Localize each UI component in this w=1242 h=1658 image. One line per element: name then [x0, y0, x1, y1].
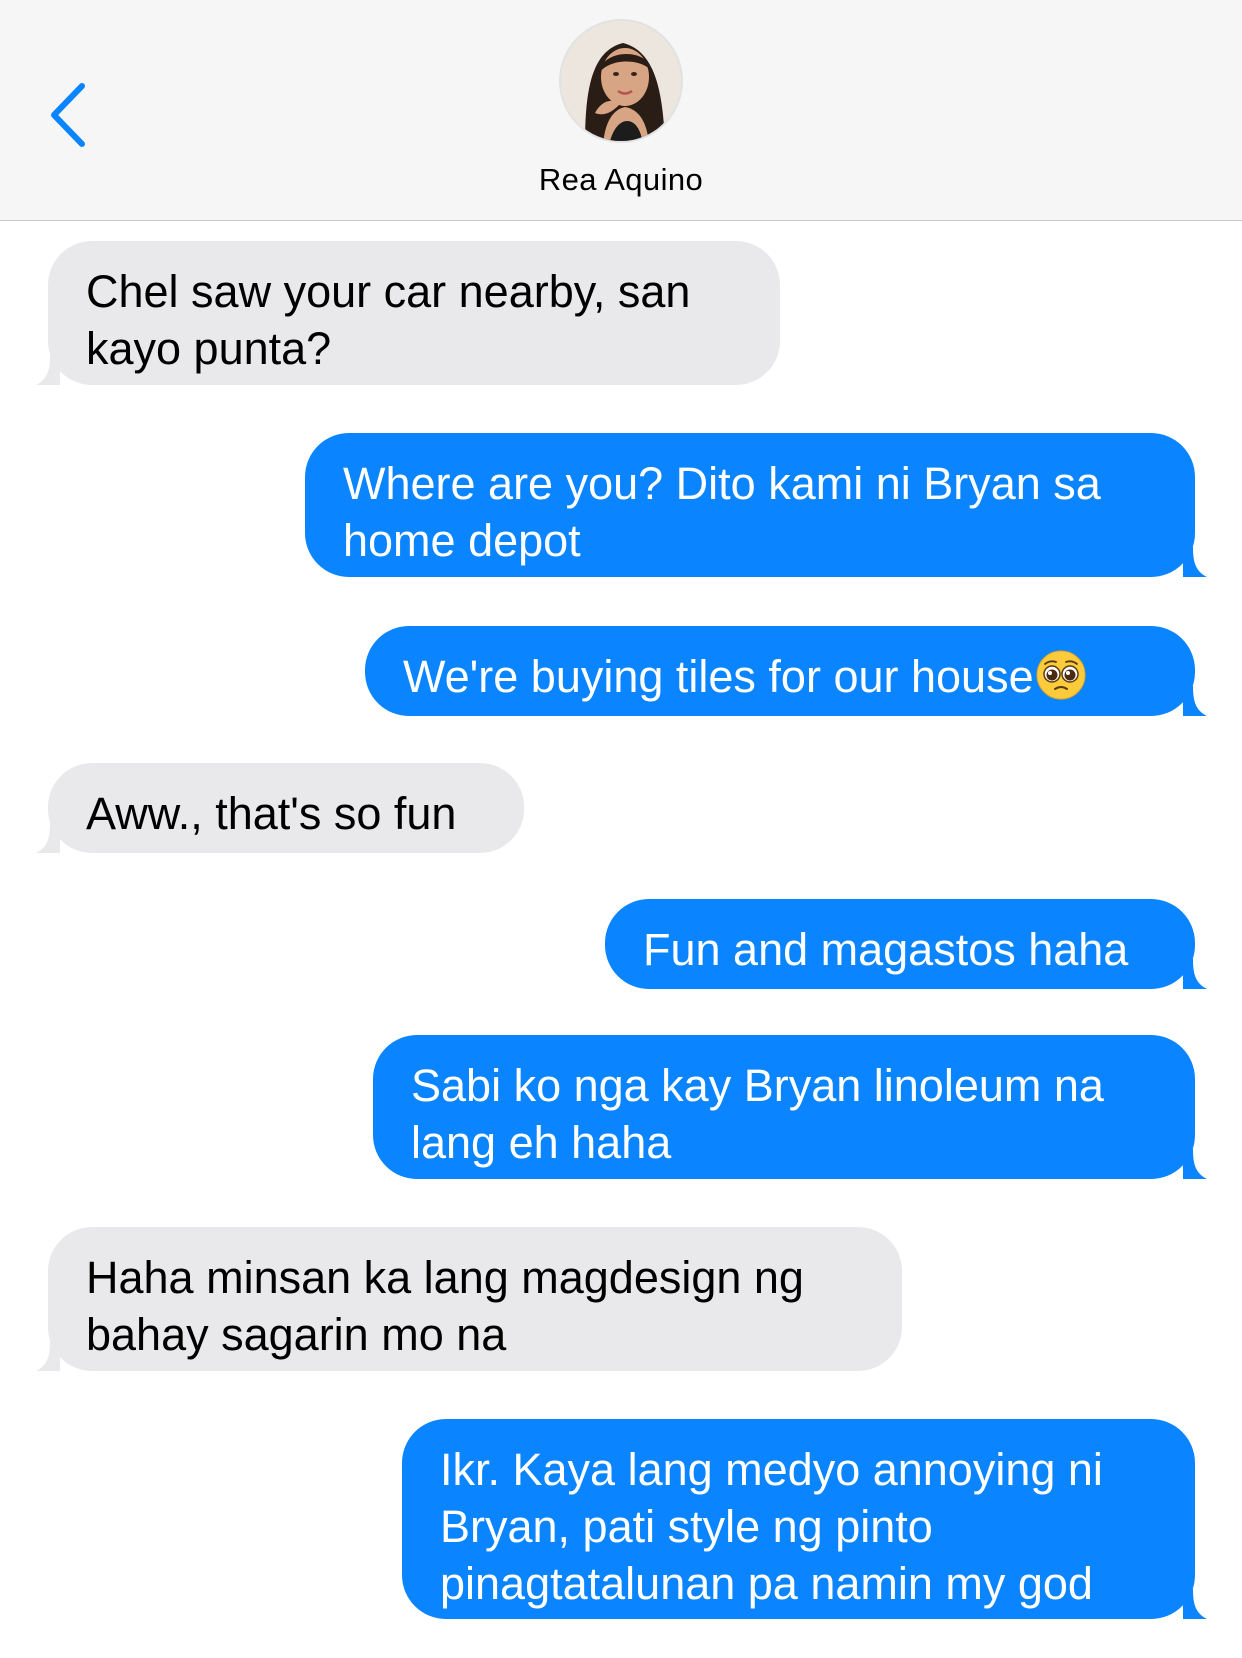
bubble-tail — [36, 823, 60, 853]
back-button[interactable] — [44, 80, 100, 150]
message-text-line: Aww., that's so fun — [86, 788, 457, 839]
message-bubble-incoming[interactable]: Aww., that's so fun — [36, 763, 524, 853]
pleading-face-emoji — [1036, 650, 1086, 700]
message-text-line: Where are you? Dito kami ni Bryan sa — [343, 458, 1101, 509]
message-text-line: lang eh haha — [411, 1117, 672, 1168]
message-text-line: Sabi ko nga kay Bryan linoleum na — [411, 1060, 1104, 1111]
message-bubble-incoming[interactable]: Haha minsan ka lang magdesign ng bahay s… — [36, 1227, 902, 1371]
message-text-line: Ikr. Kaya lang medyo annoying ni — [440, 1444, 1103, 1495]
message-bubble-outgoing[interactable]: Ikr. Kaya lang medyo annoying ni Bryan, … — [402, 1419, 1207, 1619]
message-bubble-outgoing[interactable]: We're buying tiles for our house — [365, 626, 1207, 716]
contact-photo — [561, 21, 681, 141]
message-text-line: We're buying tiles for our house — [403, 651, 1034, 702]
message-text-line: Bryan, pati style ng pinto — [440, 1501, 933, 1552]
bubble-tail — [36, 355, 60, 385]
message-text-line: Chel saw your car nearby, san — [86, 266, 691, 317]
avatar[interactable] — [559, 19, 683, 143]
bubble-tail — [1183, 1589, 1207, 1619]
contact-name[interactable]: Rea Aquino — [0, 162, 1242, 198]
message-thread: Chel saw your car nearby, san kayo punta… — [0, 221, 1242, 1658]
message-bubble-outgoing[interactable]: Sabi ko nga kay Bryan linoleum na lang e… — [373, 1035, 1207, 1179]
bubble-tail — [1183, 686, 1207, 716]
message-text-line: pinagtatalunan pa namin my god — [440, 1558, 1093, 1609]
bubble-tail — [1183, 1149, 1207, 1179]
bubble-tail — [36, 1341, 60, 1371]
message-text-line: Fun and magastos haha — [643, 924, 1129, 975]
chevron-left-icon — [51, 83, 85, 147]
message-bubble-incoming[interactable]: Chel saw your car nearby, san kayo punta… — [36, 241, 780, 385]
bubble-tail — [1183, 959, 1207, 989]
conversation-header: Rea Aquino — [0, 0, 1242, 221]
message-text-line: kayo punta? — [86, 323, 332, 374]
message-text-line: Haha minsan ka lang magdesign ng — [86, 1252, 804, 1303]
bubble-tail — [1183, 547, 1207, 577]
message-text-line: bahay sagarin mo na — [86, 1309, 507, 1360]
message-text-line: home depot — [343, 515, 581, 566]
message-bubble-outgoing[interactable]: Where are you? Dito kami ni Bryan sa hom… — [305, 433, 1207, 577]
message-bubble-outgoing[interactable]: Fun and magastos haha — [605, 899, 1207, 989]
